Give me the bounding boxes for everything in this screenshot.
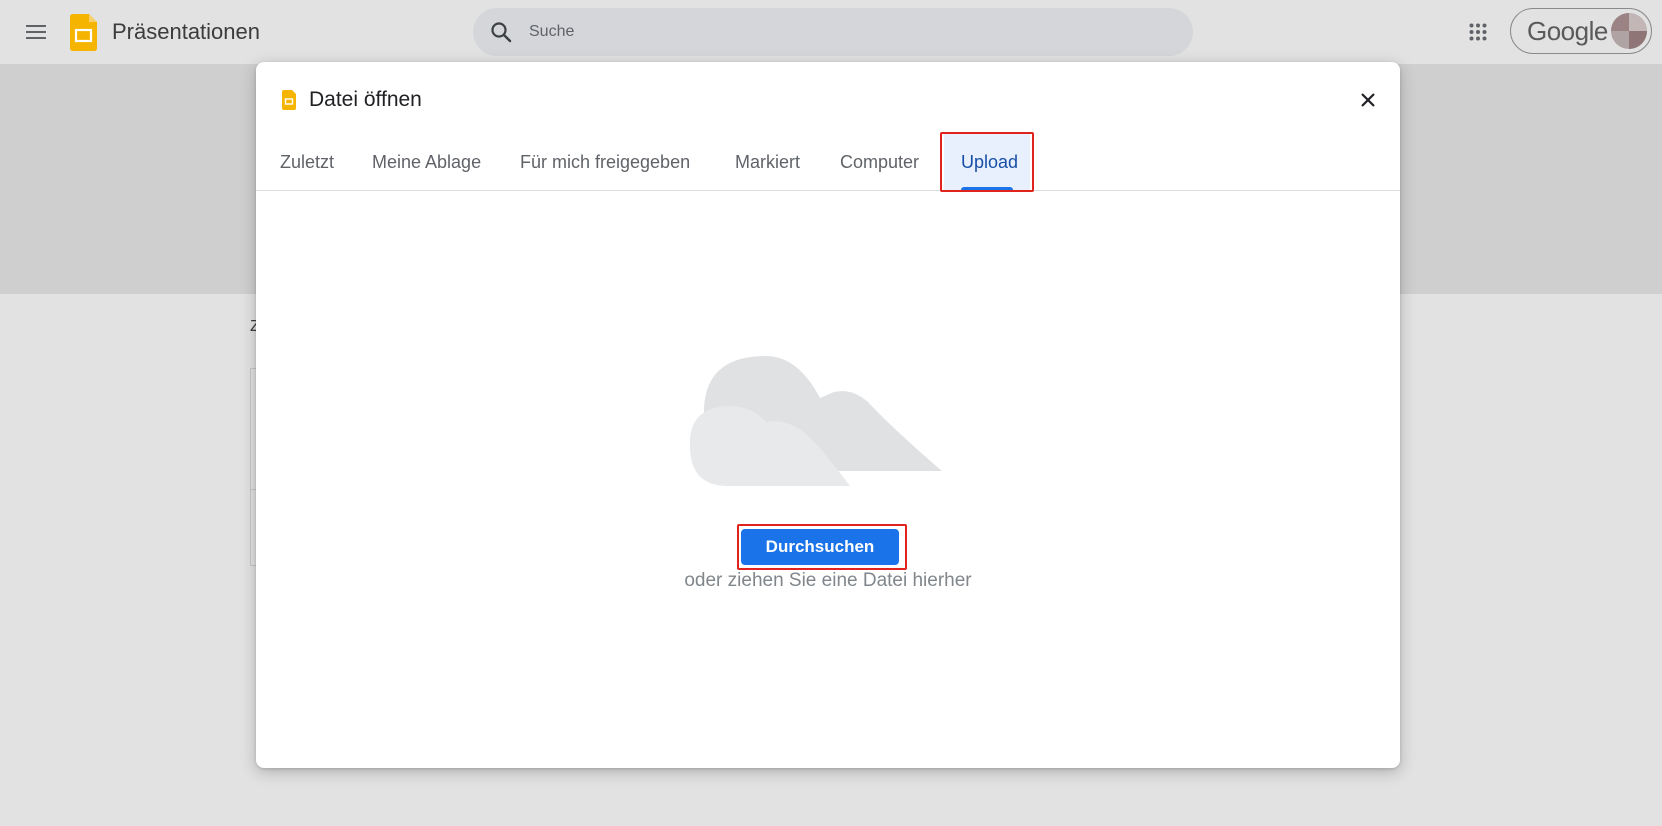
tab-upload[interactable]: Upload: [944, 134, 1030, 190]
hamburger-menu-icon[interactable]: [20, 16, 52, 48]
top-bar: Präsentationen Google: [0, 0, 1662, 64]
tab-zuletzt[interactable]: Zuletzt: [280, 134, 334, 190]
account-label: Google: [1527, 15, 1608, 46]
avatar[interactable]: [1611, 13, 1647, 49]
dialog-title: Datei öffnen: [309, 88, 422, 111]
tab-label: Meine Ablage: [372, 151, 482, 172]
tab-label: Computer: [840, 151, 920, 172]
search-input[interactable]: [527, 22, 1131, 42]
drop-hint-text: oder ziehen Sie eine Datei hierher: [684, 570, 972, 591]
dialog-tabs: Zuletzt Meine Ablage Für mich freigegebe…: [256, 134, 1400, 191]
tab-computer[interactable]: Computer: [840, 134, 919, 190]
browse-button[interactable]: Durchsuchen: [741, 529, 899, 565]
search-icon[interactable]: [489, 20, 513, 44]
tab-label: Upload: [961, 151, 1019, 172]
tab-label: Markiert: [735, 151, 801, 172]
tab-label: Zuletzt: [280, 151, 335, 172]
apps-grid-icon[interactable]: [1462, 16, 1494, 48]
app-title: Präsentationen: [112, 19, 260, 44]
cloud-illustration: [689, 356, 942, 486]
slides-logo-icon[interactable]: [70, 14, 97, 51]
search-bar[interactable]: [473, 8, 1193, 56]
close-icon[interactable]: [1352, 84, 1384, 116]
tab-label: Für mich freigegeben: [520, 151, 691, 172]
open-file-dialog: Datei öffnen Zuletzt Meine Ablage Für mi…: [256, 62, 1400, 768]
tab-fuer-mich-freigegeben[interactable]: Für mich freigegeben: [520, 134, 690, 190]
tab-meine-ablage[interactable]: Meine Ablage: [372, 134, 481, 190]
account-button[interactable]: Google: [1510, 8, 1652, 54]
slides-file-icon: [282, 90, 296, 110]
active-tab-indicator: [961, 187, 1013, 190]
tab-markiert[interactable]: Markiert: [735, 134, 800, 190]
